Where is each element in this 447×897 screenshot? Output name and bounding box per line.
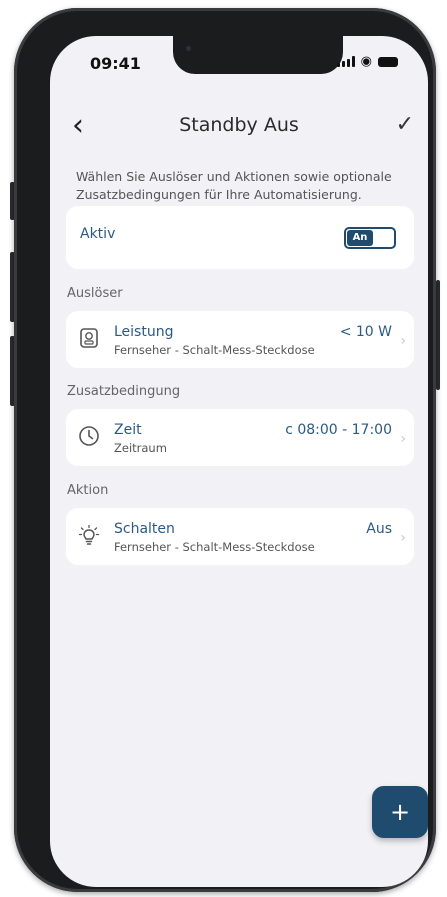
page-title: Standby Aus — [179, 114, 299, 136]
action-value: Aus — [366, 521, 392, 537]
condition-title: Zeit — [114, 422, 142, 438]
camera-icon — [186, 46, 191, 51]
condition-value: c 08:00 - 17:00 — [285, 422, 392, 438]
power-meter-icon — [80, 328, 98, 348]
save-check-button[interactable]: ✓ — [396, 112, 414, 137]
toggle-on-label: An — [347, 230, 373, 246]
condition-row[interactable]: Zeit Zeitraum c 08:00 - 17:00 › — [66, 409, 414, 466]
chevron-right-icon: › — [400, 530, 406, 546]
section-heading-trigger: Auslöser — [67, 286, 123, 301]
signal-icon — [336, 56, 355, 67]
trigger-row[interactable]: Leistung Fernseher - Schalt-Mess-Steckdo… — [66, 311, 414, 368]
status-time: 09:41 — [90, 54, 141, 73]
power-button — [436, 280, 440, 390]
section-heading-action: Aktion — [67, 483, 109, 498]
wifi-icon: ◉ — [360, 54, 372, 69]
action-title: Schalten — [114, 521, 175, 537]
action-subtitle: Fernseher - Schalt-Mess-Steckdose — [114, 540, 315, 554]
status-icons: ◉ — [336, 54, 398, 69]
chevron-right-icon: › — [400, 431, 406, 447]
clock-icon — [79, 426, 99, 446]
trigger-subtitle: Fernseher - Schalt-Mess-Steckdose — [114, 343, 315, 357]
active-card: Aktiv An — [66, 206, 414, 269]
trigger-title: Leistung — [114, 324, 174, 340]
battery-icon — [378, 56, 398, 67]
trigger-value: < 10 W — [339, 324, 392, 340]
intro-text: Wählen Sie Auslöser und Aktionen sowie o… — [76, 169, 392, 202]
active-toggle[interactable]: An — [344, 227, 396, 249]
add-button[interactable]: + — [372, 786, 428, 838]
notch — [173, 36, 343, 74]
chevron-right-icon: › — [400, 333, 406, 349]
action-row[interactable]: Schalten Fernseher - Schalt-Mess-Steckdo… — [66, 508, 414, 565]
phone-frame: 09:41 ◉ ‹ Standby Aus ✓ Wählen Sie Auslö… — [14, 8, 436, 892]
screen: 09:41 ◉ ‹ Standby Aus ✓ Wählen Sie Auslö… — [50, 36, 428, 887]
lightbulb-icon — [78, 524, 100, 545]
section-heading-condition: Zusatzbedingung — [67, 384, 181, 399]
active-label: Aktiv — [80, 226, 116, 242]
condition-subtitle: Zeitraum — [114, 441, 167, 455]
